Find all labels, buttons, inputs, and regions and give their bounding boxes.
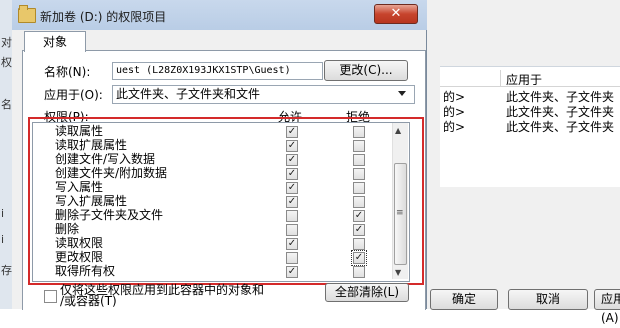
- close-button[interactable]: ✕: [374, 4, 418, 24]
- background-fragment: 对: [1, 36, 12, 49]
- change-button[interactable]: 更改(C)...: [324, 60, 408, 81]
- name-field[interactable]: uest (L28Z0X193JKX1STP\Guest): [112, 62, 323, 80]
- name-label: 名称(N):: [44, 65, 91, 79]
- cancel-button[interactable]: 取消: [508, 289, 588, 310]
- background-row-applies[interactable]: 此文件夹、子文件夹: [506, 118, 614, 135]
- apply-only-line2: /或容器(T): [60, 294, 117, 308]
- applies-to-select[interactable]: 此文件夹、子文件夹和文件: [112, 85, 415, 104]
- column-separator: [500, 70, 501, 86]
- tab-object[interactable]: 对象: [24, 31, 86, 52]
- background-fragment: i: [1, 207, 5, 220]
- background-fragment: 存: [1, 264, 12, 277]
- clear-all-button[interactable]: 全部清除(L): [325, 283, 409, 302]
- apply-button[interactable]: 应用(A): [594, 289, 620, 325]
- ok-button[interactable]: 确定: [430, 289, 498, 310]
- highlight-box: [28, 117, 424, 285]
- folder-icon: [18, 5, 36, 23]
- background-fragment: i: [1, 233, 5, 246]
- apply-only-to-container-checkbox[interactable]: [44, 290, 57, 303]
- background-column-applies-to[interactable]: 应用于: [506, 71, 542, 88]
- background-row-arrow: 的>: [443, 120, 466, 134]
- background-fragment: 名: [1, 98, 12, 111]
- applies-to-label: 应用于(O):: [44, 88, 103, 102]
- dialog-title: 新加卷 (D:) 的权限项目: [40, 10, 167, 24]
- chevron-down-icon[interactable]: [398, 91, 406, 96]
- background-fragment: 权: [1, 56, 12, 69]
- apply-only-to-container-label: 仅将这些权限应用到此容器中的对象和 /或容器(T): [60, 284, 264, 308]
